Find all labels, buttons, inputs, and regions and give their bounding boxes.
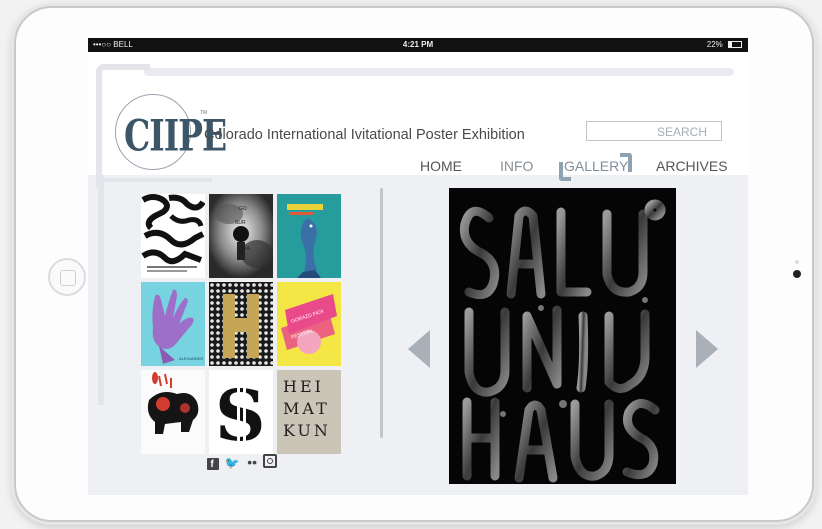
nav-home[interactable]: HOME — [420, 158, 462, 174]
decorative-line — [102, 178, 212, 182]
svg-text:SUR: SUR — [235, 220, 246, 226]
instagram-icon[interactable] — [262, 454, 277, 468]
battery-icon — [728, 41, 742, 49]
thumbnail-poster-heimatkunde[interactable]: HEI MAT KUN — [277, 370, 341, 454]
svg-text:MAT: MAT — [283, 399, 330, 418]
thumbnail-poster-purple-glove[interactable]: ALEXANDER — [141, 282, 205, 366]
decorative-bar — [144, 68, 734, 76]
logo-trademark: TM — [200, 110, 208, 116]
search-input[interactable] — [586, 121, 722, 141]
battery-percent: 22% — [706, 40, 723, 49]
site-header: CIIPE TM Colorado International Ivitatio… — [88, 52, 748, 188]
svg-text:KUN: KUN — [283, 421, 331, 440]
camera-icon — [793, 270, 801, 278]
facebook-icon[interactable]: f — [207, 458, 219, 470]
status-bar: •••○○ BELL 4:21 PM 22% — [88, 38, 748, 52]
battery-status: 22% — [707, 40, 742, 49]
nav-gallery[interactable]: GALLERY — [564, 158, 628, 174]
next-arrow-icon[interactable] — [696, 330, 718, 368]
svg-text:RA: RA — [243, 246, 251, 252]
site-title: Colorado International Ivitational Poste… — [204, 127, 525, 143]
thumbnail-poster-smoke-portrait[interactable]: GO SUR RA — [209, 194, 273, 278]
thumbnail-poster-blue-fish[interactable] — [277, 194, 341, 278]
thumbnail-poster-type-black[interactable] — [141, 194, 205, 278]
nav-archives[interactable]: ARCHIVES — [656, 158, 728, 174]
thumbnail-poster-red-bear[interactable] — [141, 370, 205, 454]
thumbnail-poster-black-s[interactable]: S — [209, 370, 273, 454]
thumbnail-poster-yellow-pink[interactable]: GORAZD FICK FESTIVAL — [277, 282, 341, 366]
svg-text:GO: GO — [239, 206, 247, 212]
nav-info[interactable]: INFO — [500, 158, 533, 174]
gallery-bracket-right — [620, 153, 632, 172]
tablet-screen: •••○○ BELL 4:21 PM 22% CIIPE TM Colorado… — [88, 38, 748, 495]
gallery-scrollbar[interactable] — [380, 188, 383, 438]
decorative-line — [98, 175, 104, 405]
svg-text:HEI: HEI — [283, 377, 324, 396]
thumbnail-poster-gold-h[interactable] — [209, 282, 273, 366]
twitter-icon[interactable]: 🐦 — [225, 456, 242, 470]
svg-text:S: S — [215, 374, 266, 454]
clock: 4:21 PM — [402, 40, 434, 49]
previous-arrow-icon[interactable] — [408, 330, 430, 368]
sensor-icon — [795, 260, 799, 264]
svg-text:ALEXANDER: ALEXANDER — [179, 356, 203, 361]
social-links: f 🐦 •• — [207, 454, 277, 470]
home-button[interactable] — [48, 258, 86, 296]
featured-poster — [449, 188, 676, 484]
flickr-icon[interactable]: •• — [247, 454, 257, 470]
